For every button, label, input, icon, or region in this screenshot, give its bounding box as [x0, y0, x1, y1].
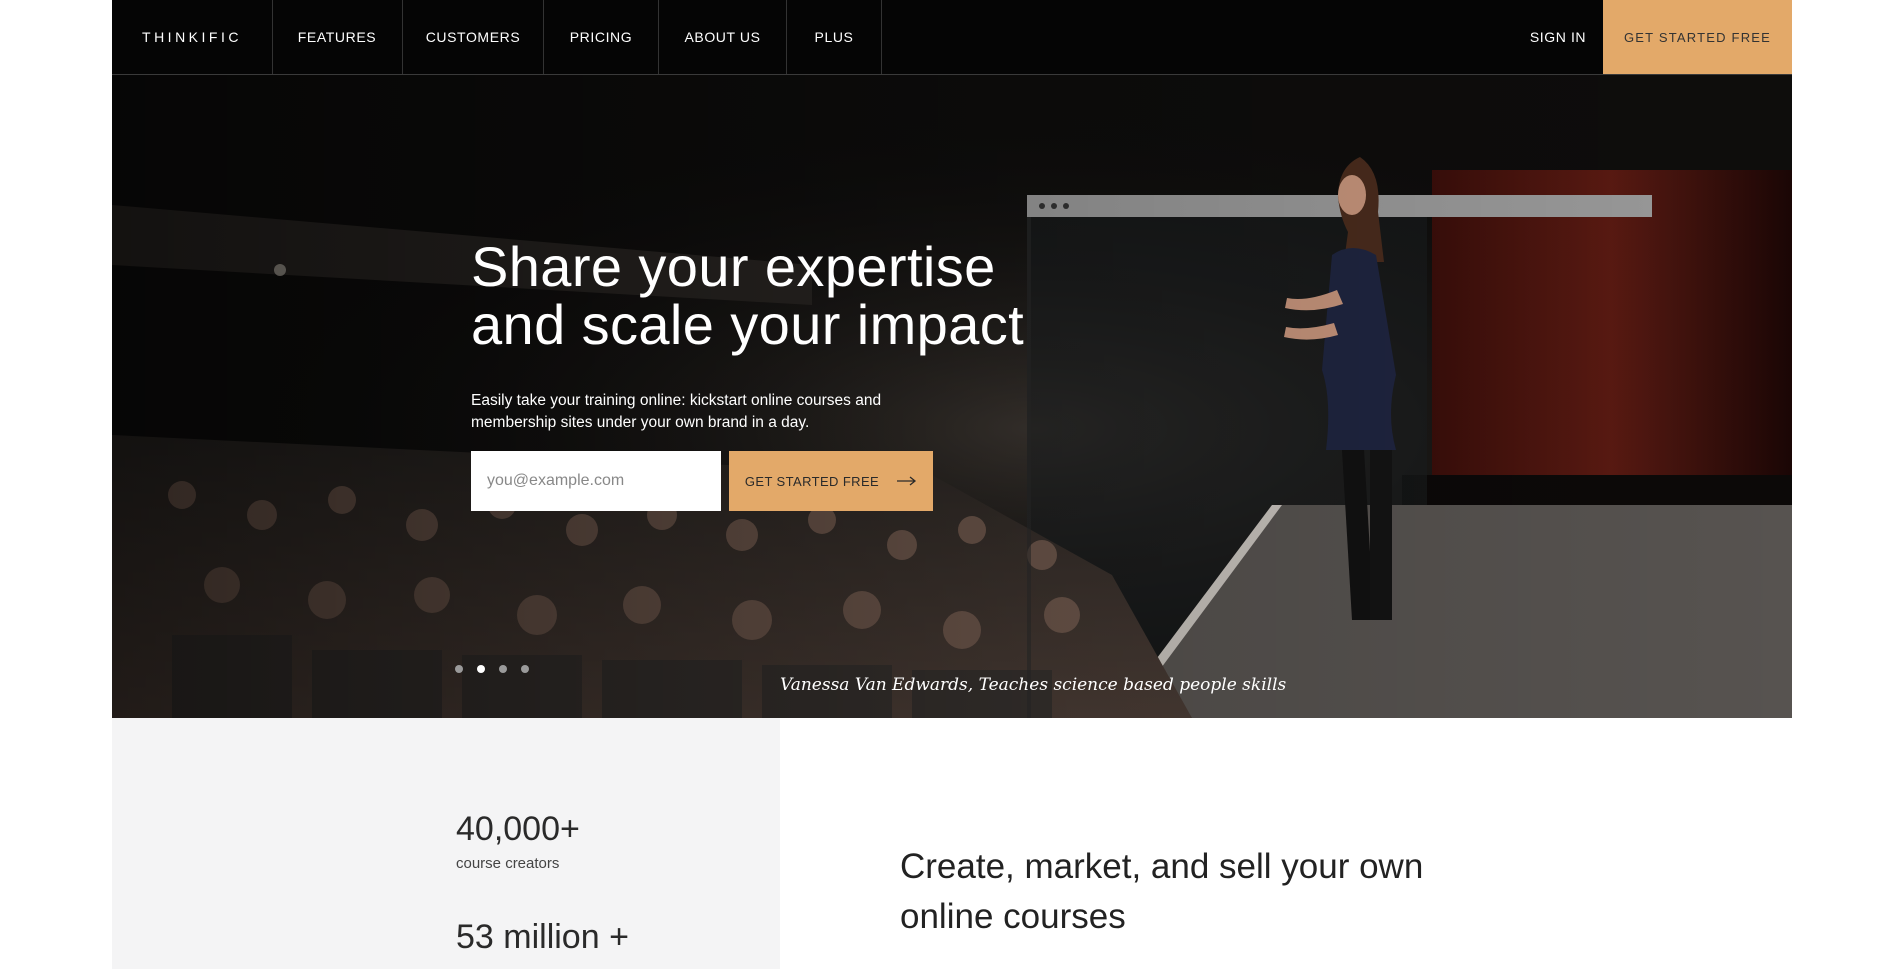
stat-value-creators: 40,000+: [456, 810, 580, 848]
arrow-right-icon: [897, 476, 917, 486]
carousel-dot-4[interactable]: [521, 665, 529, 673]
carousel-dot-2[interactable]: [477, 665, 485, 673]
intro-section: Create, market, and sell your own online…: [780, 718, 1792, 969]
carousel-dots: [455, 665, 529, 673]
hero: Share your expertise and scale your impa…: [112, 75, 1792, 718]
nav-plus[interactable]: PLUS: [787, 0, 882, 74]
hero-text: Share your expertise and scale your impa…: [471, 238, 1031, 434]
carousel-dot-3[interactable]: [499, 665, 507, 673]
nav-get-started-button[interactable]: GET STARTED FREE: [1603, 0, 1792, 74]
hero-headline: Share your expertise and scale your impa…: [471, 238, 1031, 354]
hero-get-started-button[interactable]: GET STARTED FREE: [729, 451, 933, 511]
nav-customers[interactable]: CUSTOMERS: [403, 0, 544, 74]
nav-features[interactable]: FEATURES: [272, 0, 403, 74]
hero-cta-label: GET STARTED FREE: [744, 473, 880, 489]
sign-in-link[interactable]: SIGN IN: [1512, 0, 1604, 74]
carousel-dot-1[interactable]: [455, 665, 463, 673]
stat-label-creators: course creators: [456, 855, 560, 872]
section-tagline: Create, market, and sell your own online…: [900, 847, 1424, 936]
hero-headline-line-2: and scale your impact: [471, 293, 1025, 356]
nav-about-us[interactable]: ABOUT US: [659, 0, 787, 74]
thinkific-logo[interactable]: THINKIFIC: [112, 0, 273, 74]
stat-value-students: 53 million +: [456, 918, 629, 956]
hero-subtext: Easily take your training online: kickst…: [471, 392, 882, 431]
stats-panel: 40,000+ course creators 53 million +: [112, 718, 780, 969]
top-nav: THINKIFIC FEATURES CUSTOMERS PRICING ABO…: [112, 0, 1792, 75]
hero-headline-line-1: Share your expertise: [471, 235, 996, 298]
email-field[interactable]: [471, 451, 721, 511]
hero-caption: Vanessa Van Edwards, Teaches science bas…: [780, 675, 1287, 695]
nav-pricing[interactable]: PRICING: [544, 0, 659, 74]
page: THINKIFIC FEATURES CUSTOMERS PRICING ABO…: [112, 0, 1792, 969]
